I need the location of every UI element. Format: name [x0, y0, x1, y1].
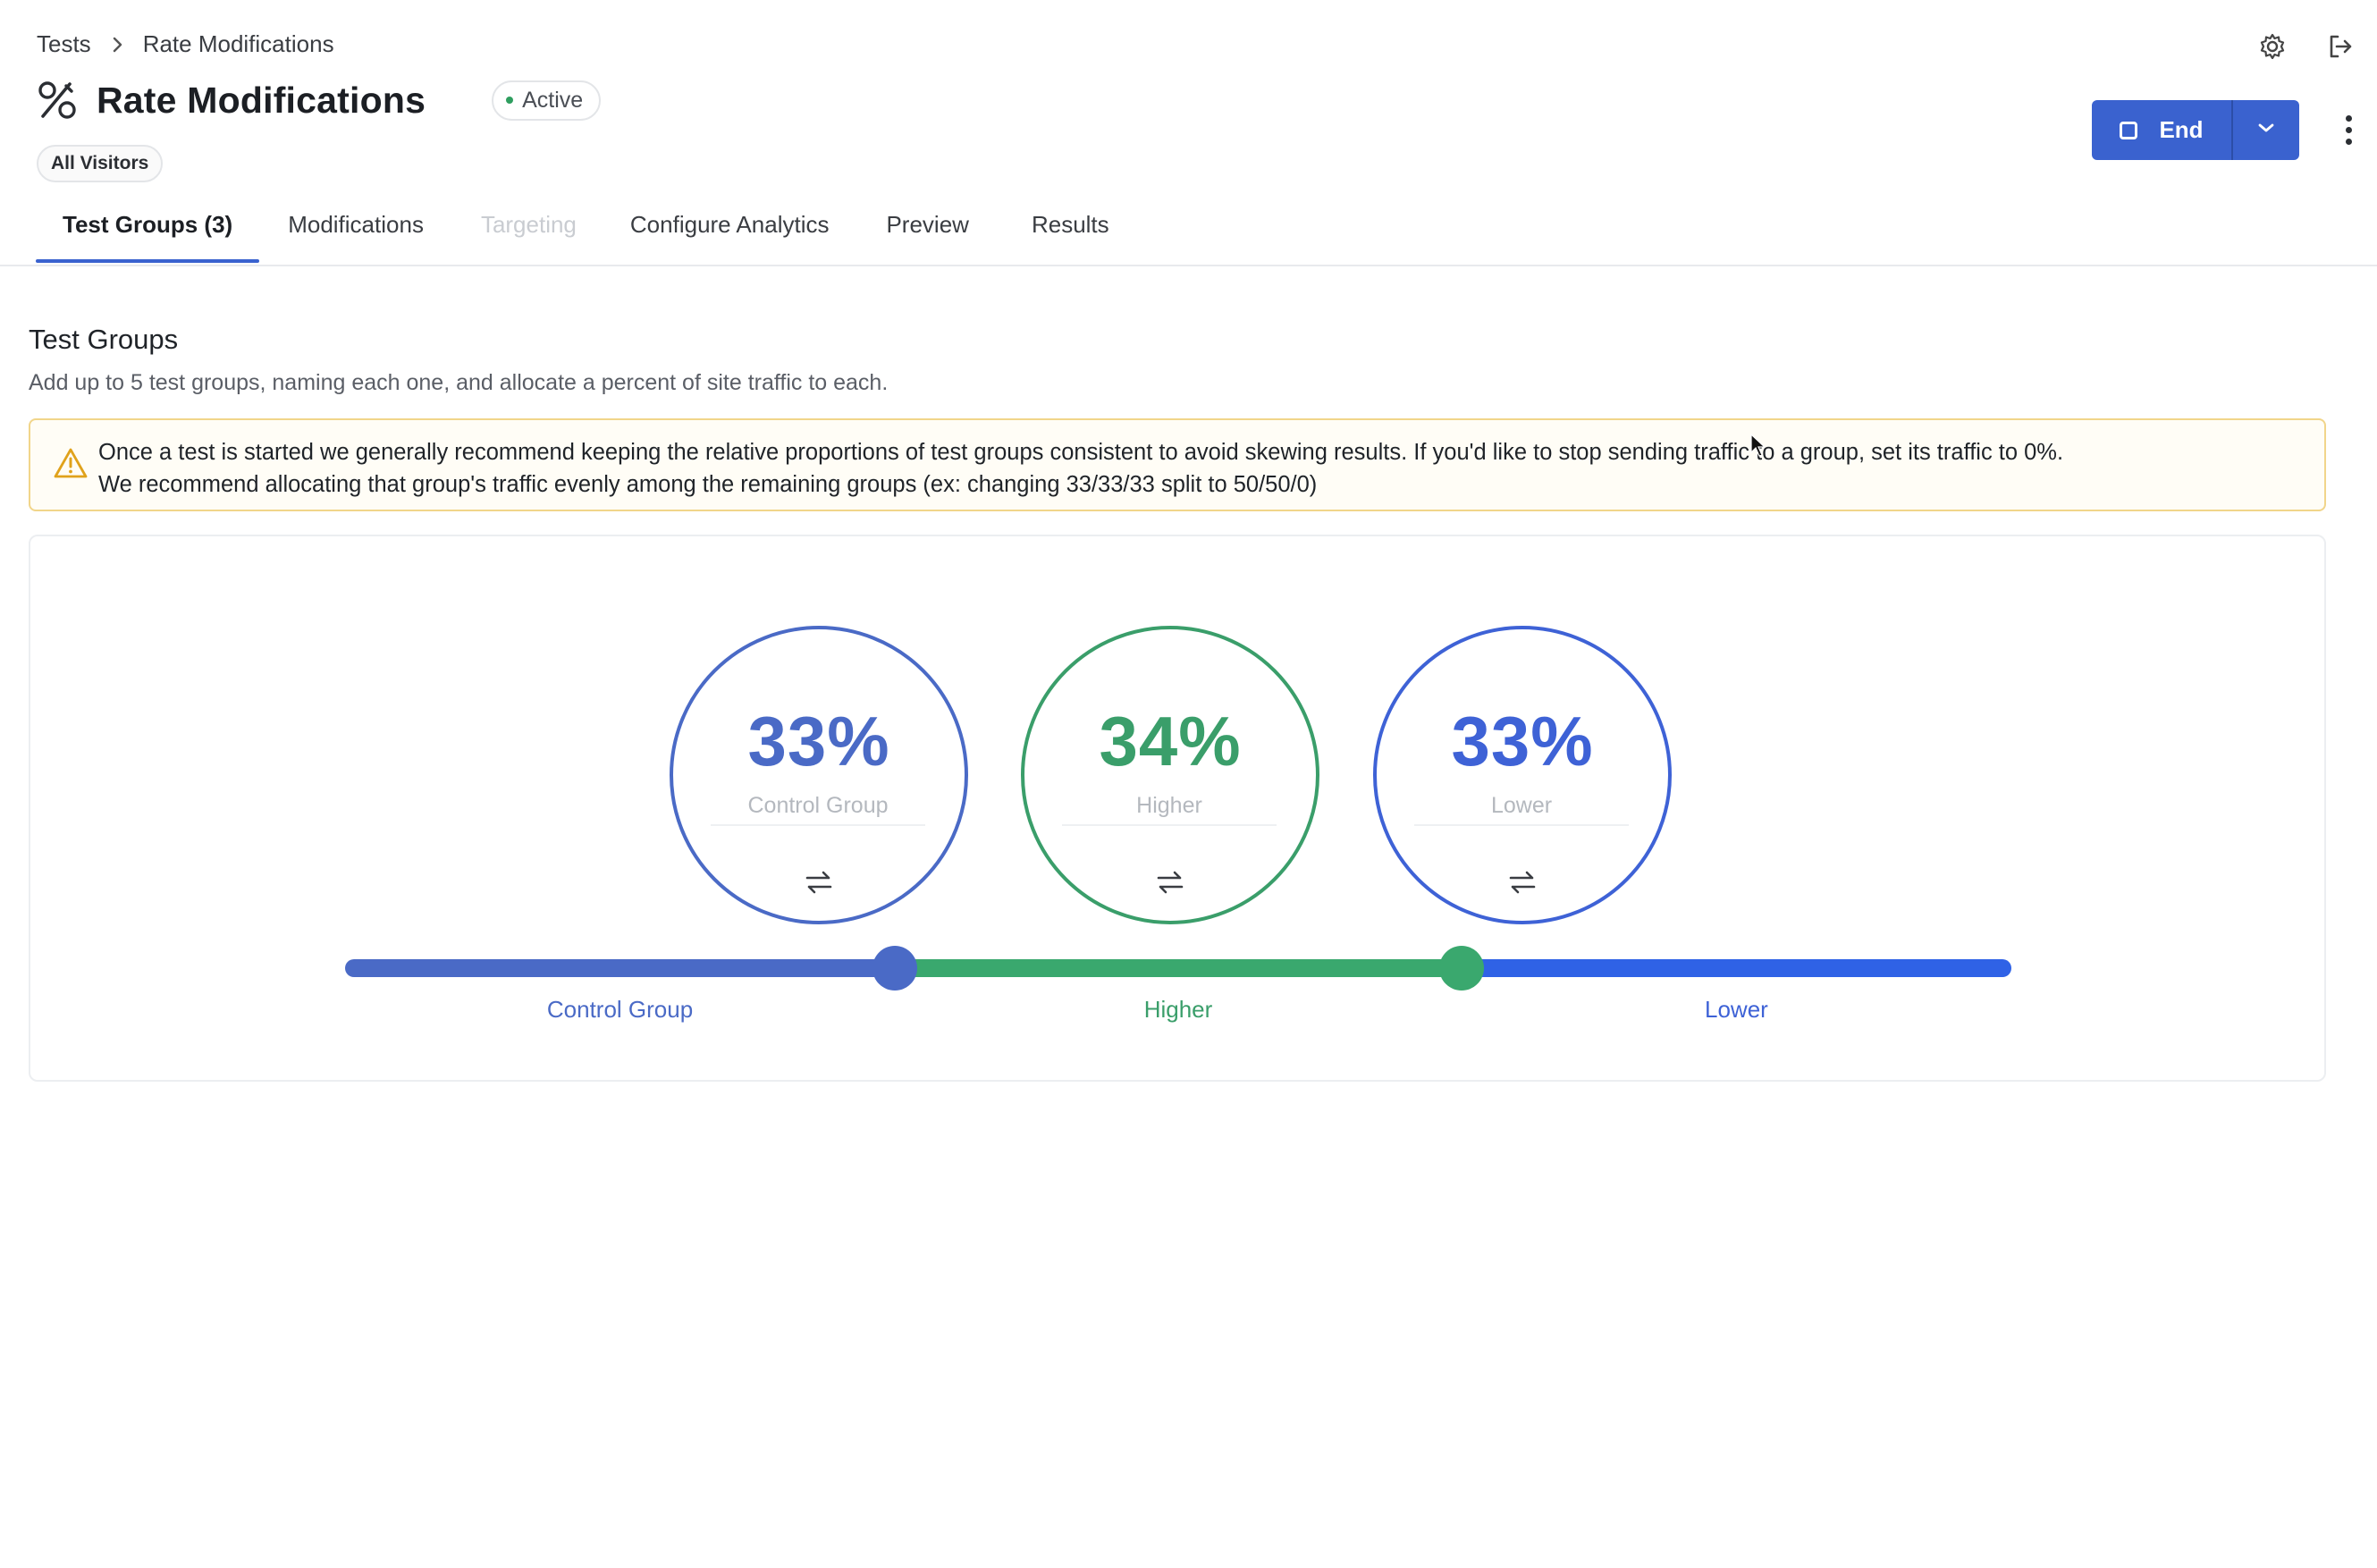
section-title: Test Groups [29, 324, 179, 355]
stop-icon [2120, 121, 2138, 139]
tab-targeting: Targeting [480, 211, 577, 238]
mouse-cursor-icon [1749, 433, 1767, 458]
swap-icon[interactable] [1152, 868, 1188, 897]
end-label: End [2159, 116, 2204, 143]
warning-text-line1: Once a test is started we generally reco… [98, 440, 2064, 465]
group-name-lower[interactable]: Lower [1414, 793, 1629, 826]
group-name-higher[interactable]: Higher [1062, 793, 1277, 826]
tab-preview[interactable]: Preview [859, 202, 995, 256]
breadcrumb-tests-link[interactable]: Tests [37, 30, 91, 58]
audience-badge: All Visitors [37, 145, 164, 182]
warning-icon [54, 447, 88, 479]
end-button-group: End [2092, 100, 2299, 160]
end-test-button[interactable]: End [2092, 100, 2233, 160]
page-title: Rate Modifications [97, 79, 426, 121]
group-percent-control: 33% [747, 702, 890, 780]
percent-icon [36, 79, 79, 122]
track-label-higher: Higher [1143, 996, 1213, 1023]
swap-icon[interactable] [1505, 868, 1540, 897]
chevron-right-icon [111, 36, 123, 54]
warning-text-line2: We recommend allocating that group's tra… [98, 472, 1318, 497]
breadcrumb-current: Rate Modifications [142, 30, 334, 57]
group-name-control[interactable]: Control Group [711, 793, 925, 826]
tab-test-groups[interactable]: Test Groups (3) [36, 202, 260, 263]
title-row: Rate Modifications Active [36, 79, 602, 122]
gear-icon[interactable] [2255, 29, 2290, 64]
tabs-divider [0, 265, 2377, 266]
section-description: Add up to 5 test groups, naming each one… [29, 370, 889, 395]
allocation-track-higher [895, 959, 1462, 977]
swap-icon[interactable] [801, 868, 837, 897]
chevron-down-icon [2256, 122, 2276, 139]
tab-modifications[interactable]: Modifications [261, 202, 451, 256]
more-options-icon[interactable] [2335, 109, 2362, 150]
allocation-slider-handle[interactable] [872, 946, 918, 991]
allocation-track-lower [1461, 959, 2011, 977]
track-label-lower: Lower [1705, 996, 1768, 1023]
breadcrumb: Tests Rate Modifications [37, 30, 334, 58]
logout-icon[interactable] [2322, 29, 2358, 64]
track-label-control: Control Group [546, 996, 694, 1023]
group-percent-lower: 33% [1451, 702, 1594, 780]
tab-configure-analytics[interactable]: Configure Analytics [603, 202, 856, 256]
end-options-dropdown[interactable] [2233, 100, 2299, 160]
status-label: Active [522, 87, 584, 113]
tab-results[interactable]: Results [1005, 202, 1136, 256]
group-percent-higher: 34% [1099, 702, 1242, 780]
warning-banner: Once a test is started we generally reco… [29, 418, 2326, 511]
allocation-slider-handle[interactable] [1438, 946, 1484, 991]
allocation-track-control [345, 959, 896, 977]
status-dot [506, 97, 514, 104]
tab-bar: Test Groups (3) Modifications Targeting … [36, 202, 1136, 265]
status-badge: Active [492, 80, 602, 121]
